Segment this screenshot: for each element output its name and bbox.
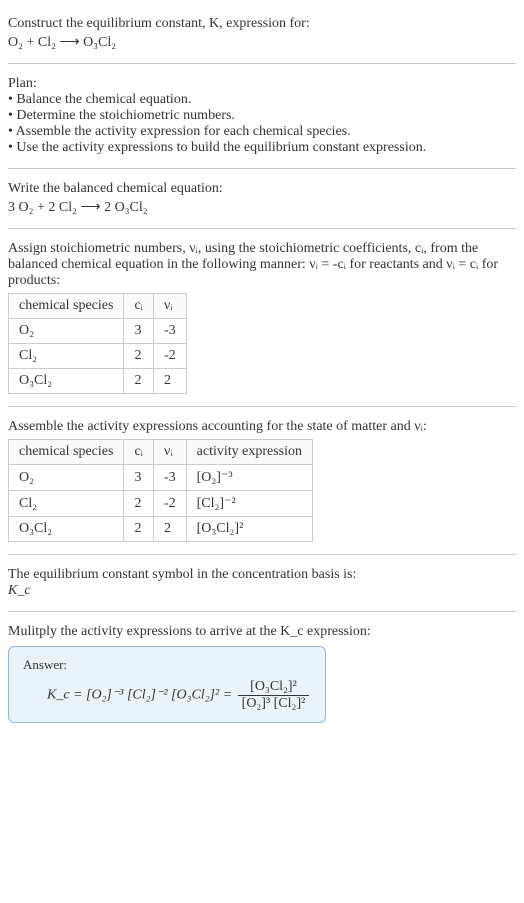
balanced-heading: Write the balanced chemical equation:: [8, 181, 516, 197]
cell-v: -3: [153, 319, 186, 344]
divider: [8, 611, 516, 612]
col-species: chemical species: [9, 294, 124, 319]
table-row: O₂ 3 -3: [9, 319, 187, 344]
plan-bullet-1: • Balance the chemical equation.: [8, 92, 516, 108]
col-c: cᵢ: [124, 294, 154, 319]
col-v: νᵢ: [153, 440, 186, 465]
intro-reaction: O₂ + Cl₂ ⟶ O₃Cl₂: [8, 34, 516, 51]
stoich-text: Assign stoichiometric numbers, νᵢ, using…: [8, 241, 516, 289]
activity-table: chemical species cᵢ νᵢ activity expressi…: [8, 439, 313, 542]
cell-c: 2: [124, 369, 154, 394]
col-v: νᵢ: [153, 294, 186, 319]
plan-bullet-3: • Assemble the activity expression for e…: [8, 124, 516, 140]
answer-fraction: [O₃Cl₂]² [O₂]³ [Cl₂]²: [238, 679, 310, 712]
table-row: O₃Cl₂ 2 2: [9, 369, 187, 394]
intro-line1: Construct the equilibrium constant, K, e…: [8, 16, 516, 32]
table-row: Cl₂ 2 -2: [9, 344, 187, 369]
divider: [8, 63, 516, 64]
symbol-line: The equilibrium constant symbol in the c…: [8, 567, 516, 583]
cell-v: -2: [153, 344, 186, 369]
cell-species: O₃Cl₂: [9, 369, 124, 394]
balanced-reaction: 3 O₂ + 2 Cl₂ ⟶ 2 O₃Cl₂: [8, 199, 516, 216]
cell-species: Cl₂: [9, 344, 124, 369]
answer-lhs: K_c = [O₂]⁻³ [Cl₂]⁻² [O₃Cl₂]² =: [47, 688, 232, 703]
activity-section: Assemble the activity expressions accoun…: [8, 411, 516, 550]
cell-c: 2: [124, 491, 154, 517]
divider: [8, 554, 516, 555]
balanced-section: Write the balanced chemical equation: 3 …: [8, 173, 516, 224]
table-row: Cl₂ 2 -2 [Cl₂]⁻²: [9, 491, 313, 517]
cell-v: 2: [153, 369, 186, 394]
plan-section: Plan: • Balance the chemical equation. •…: [8, 68, 516, 164]
divider: [8, 228, 516, 229]
cell-expr: [O₃Cl₂]²: [186, 517, 312, 542]
stoich-section: Assign stoichiometric numbers, νᵢ, using…: [8, 233, 516, 402]
cell-species: O₂: [9, 465, 124, 491]
stoich-table: chemical species cᵢ νᵢ O₂ 3 -3 Cl₂ 2 -2 …: [8, 293, 187, 394]
answer-label: Answer:: [23, 657, 311, 673]
cell-c: 3: [124, 319, 154, 344]
multiply-section: Mulitply the activity expressions to arr…: [8, 616, 516, 731]
answer-box: Answer: K_c = [O₂]⁻³ [Cl₂]⁻² [O₃Cl₂]² = …: [8, 646, 326, 723]
divider: [8, 406, 516, 407]
table-header-row: chemical species cᵢ νᵢ: [9, 294, 187, 319]
cell-v: 2: [153, 517, 186, 542]
divider: [8, 168, 516, 169]
cell-expr: [Cl₂]⁻²: [186, 491, 312, 517]
cell-c: 3: [124, 465, 154, 491]
cell-species: Cl₂: [9, 491, 124, 517]
cell-expr: [O₂]⁻³: [186, 465, 312, 491]
activity-heading: Assemble the activity expressions accoun…: [8, 419, 516, 435]
multiply-line: Mulitply the activity expressions to arr…: [8, 624, 516, 640]
cell-species: O₃Cl₂: [9, 517, 124, 542]
answer-expression: K_c = [O₂]⁻³ [Cl₂]⁻² [O₃Cl₂]² = [O₃Cl₂]²…: [23, 679, 311, 712]
table-header-row: chemical species cᵢ νᵢ activity expressi…: [9, 440, 313, 465]
answer-numerator: [O₃Cl₂]²: [238, 679, 310, 696]
table-row: O₂ 3 -3 [O₂]⁻³: [9, 465, 313, 491]
cell-v: -3: [153, 465, 186, 491]
col-species: chemical species: [9, 440, 124, 465]
col-expr: activity expression: [186, 440, 312, 465]
col-c: cᵢ: [124, 440, 154, 465]
symbol-section: The equilibrium constant symbol in the c…: [8, 559, 516, 607]
cell-c: 2: [124, 344, 154, 369]
plan-bullet-4: • Use the activity expressions to build …: [8, 140, 516, 156]
symbol-k: K_c: [8, 583, 516, 599]
plan-heading: Plan:: [8, 76, 516, 92]
table-row: O₃Cl₂ 2 2 [O₃Cl₂]²: [9, 517, 313, 542]
cell-v: -2: [153, 491, 186, 517]
intro-section: Construct the equilibrium constant, K, e…: [8, 8, 516, 59]
cell-c: 2: [124, 517, 154, 542]
answer-denominator: [O₂]³ [Cl₂]²: [238, 696, 310, 712]
cell-species: O₂: [9, 319, 124, 344]
plan-bullet-2: • Determine the stoichiometric numbers.: [8, 108, 516, 124]
